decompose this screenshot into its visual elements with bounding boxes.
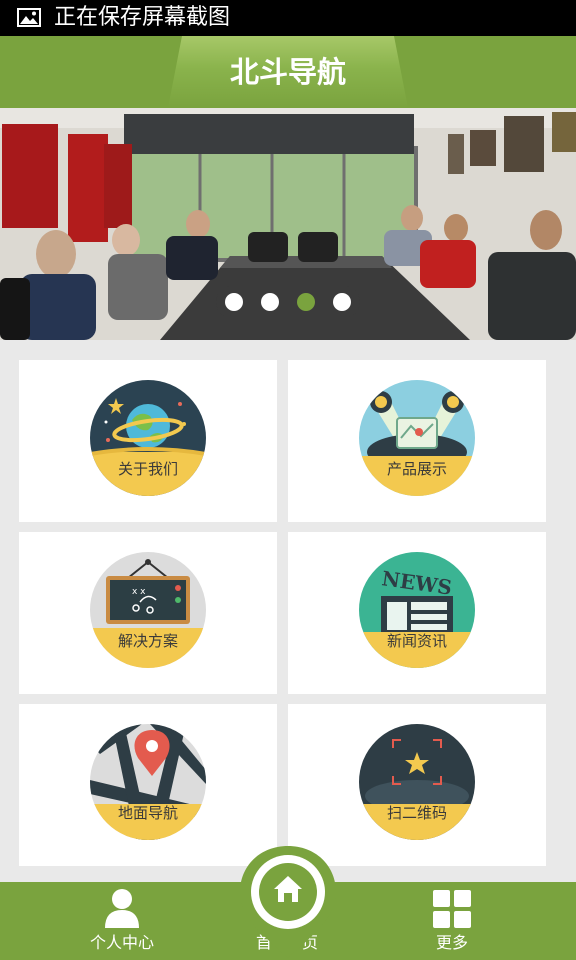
- ground-navigation-badge: 地面导航: [90, 724, 206, 840]
- products-badge: 产品展示: [359, 380, 475, 496]
- carousel-dot-active[interactable]: [297, 293, 315, 311]
- status-text: 正在保存屏幕截图: [54, 5, 231, 30]
- scan-qr-badge: 扫二维码: [359, 724, 475, 840]
- carousel-dot[interactable]: [261, 293, 279, 311]
- grid-item-label: 关于我们: [117, 460, 178, 478]
- nav-home-button[interactable]: [238, 844, 338, 960]
- grid-item-products[interactable]: 产品展示: [288, 360, 546, 522]
- nav-profile-label: 个人中心: [89, 933, 154, 952]
- grid-item-label: 产品展示: [386, 460, 447, 478]
- grid-item-news[interactable]: NEWS 新闻资讯: [288, 532, 546, 694]
- grid-item-label: 解决方案: [117, 632, 178, 650]
- status-bar: 正在保存屏幕截图: [0, 0, 576, 36]
- image-icon: [17, 8, 41, 27]
- grid-item-about-us[interactable]: 关于我们: [19, 360, 277, 522]
- app-header: 北斗导航: [0, 36, 576, 108]
- nav-more-label: 更多: [435, 933, 468, 952]
- about-us-badge: 关于我们: [90, 380, 206, 496]
- grid-item-solutions[interactable]: x x 解决方案: [19, 532, 277, 694]
- carousel-indicator: [216, 286, 360, 318]
- grid-item-label: 新闻资讯: [386, 632, 447, 650]
- carousel-dot[interactable]: [225, 293, 243, 311]
- news-badge: NEWS 新闻资讯: [359, 552, 475, 668]
- page-title: 北斗导航: [229, 55, 346, 89]
- solutions-badge: x x 解决方案: [90, 552, 206, 668]
- nav-more[interactable]: 更多: [392, 882, 512, 960]
- grid-item-label: 地面导航: [117, 804, 178, 822]
- grid-item-scan-qr[interactable]: 扫二维码: [288, 704, 546, 866]
- grid-item-ground-navigation[interactable]: 地面导航: [19, 704, 277, 866]
- grid-icon: [433, 890, 471, 928]
- svg-text:x x: x x: [132, 587, 146, 597]
- grid-item-label: 扫二维码: [386, 804, 447, 822]
- nav-profile[interactable]: 个人中心: [62, 882, 182, 960]
- person-icon: [105, 889, 139, 928]
- carousel-dot[interactable]: [333, 293, 351, 311]
